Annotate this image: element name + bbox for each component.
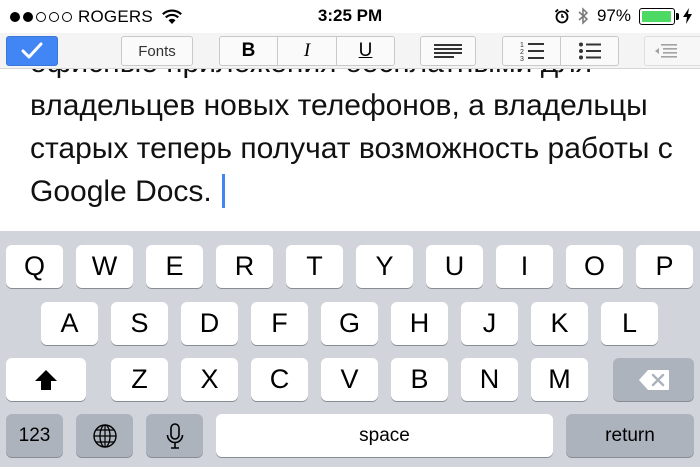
align-left-button[interactable] bbox=[420, 36, 476, 66]
status-right: 97% bbox=[554, 6, 692, 26]
key-b[interactable]: B bbox=[391, 358, 448, 401]
key-a[interactable]: A bbox=[41, 302, 98, 345]
bulleted-list-icon bbox=[578, 42, 601, 60]
space-key[interactable]: space bbox=[216, 414, 553, 457]
text-line: офисные приложения бесплатными для bbox=[30, 69, 680, 84]
globe-key[interactable] bbox=[76, 414, 133, 457]
bold-button[interactable]: B bbox=[219, 36, 278, 66]
text-line-last: Google Docs. bbox=[30, 170, 680, 213]
key-n[interactable]: N bbox=[461, 358, 518, 401]
key-j[interactable]: J bbox=[461, 302, 518, 345]
key-p[interactable]: P bbox=[636, 245, 693, 288]
key-x[interactable]: X bbox=[181, 358, 238, 401]
document-body[interactable]: офисные приложения бесплатными для владе… bbox=[0, 69, 700, 231]
charging-icon bbox=[683, 8, 692, 24]
key-i[interactable]: I bbox=[496, 245, 553, 288]
key-o[interactable]: O bbox=[566, 245, 623, 288]
key-r[interactable]: R bbox=[216, 245, 273, 288]
svg-text:1: 1 bbox=[520, 42, 524, 49]
key-h[interactable]: H bbox=[391, 302, 448, 345]
delete-key[interactable] bbox=[613, 358, 694, 401]
numbered-list-icon: 1 2 3 bbox=[520, 42, 544, 62]
key-v[interactable]: V bbox=[321, 358, 378, 401]
key-d[interactable]: D bbox=[181, 302, 238, 345]
outdent-button[interactable] bbox=[644, 36, 700, 66]
text-line: владельцев новых телефонов, а владельцы bbox=[30, 89, 648, 122]
shift-key[interactable] bbox=[6, 358, 86, 401]
fonts-button[interactable]: Fonts bbox=[121, 36, 193, 66]
key-l[interactable]: L bbox=[601, 302, 658, 345]
status-bar: ROGERS 3:25 PM 97% bbox=[0, 0, 700, 33]
text-cursor bbox=[221, 174, 225, 208]
key-t[interactable]: T bbox=[286, 245, 343, 288]
bulleted-list-button[interactable] bbox=[560, 36, 619, 66]
delete-icon bbox=[638, 369, 669, 390]
bluetooth-icon bbox=[578, 7, 589, 25]
align-left-icon bbox=[434, 44, 462, 58]
svg-text:3: 3 bbox=[520, 56, 524, 62]
key-k[interactable]: K bbox=[531, 302, 588, 345]
shift-icon bbox=[35, 369, 57, 390]
keyboard: Q W E R T Y U I O P A S D F G H J K L Z … bbox=[0, 231, 700, 467]
numbers-key[interactable]: 123 bbox=[6, 414, 63, 457]
globe-icon bbox=[92, 423, 117, 448]
key-y[interactable]: Y bbox=[356, 245, 413, 288]
battery-icon bbox=[639, 7, 679, 25]
svg-text:2: 2 bbox=[520, 49, 524, 56]
done-button[interactable] bbox=[6, 36, 58, 66]
key-u[interactable]: U bbox=[426, 245, 483, 288]
key-f[interactable]: F bbox=[251, 302, 308, 345]
battery-percent: 97% bbox=[596, 6, 631, 25]
microphone-icon bbox=[166, 422, 183, 449]
document-text[interactable]: офисные приложения бесплатными для владе… bbox=[30, 69, 680, 213]
key-g[interactable]: G bbox=[321, 302, 378, 345]
numbered-list-button[interactable]: 1 2 3 bbox=[502, 36, 561, 66]
key-q[interactable]: Q bbox=[6, 245, 63, 288]
microphone-key[interactable] bbox=[146, 414, 203, 457]
key-m[interactable]: M bbox=[531, 358, 588, 401]
formatting-toolbar: Fonts B I U 1 2 3 bbox=[0, 33, 700, 69]
text-line: Google Docs. bbox=[30, 175, 212, 208]
key-w[interactable]: W bbox=[76, 245, 133, 288]
key-c[interactable]: C bbox=[251, 358, 308, 401]
key-s[interactable]: S bbox=[111, 302, 168, 345]
alarm-icon bbox=[554, 8, 570, 24]
key-z[interactable]: Z bbox=[111, 358, 168, 401]
outdent-icon bbox=[655, 44, 677, 58]
underline-button[interactable]: U bbox=[336, 36, 395, 66]
italic-button[interactable]: I bbox=[277, 36, 337, 66]
return-key[interactable]: return bbox=[566, 414, 694, 457]
checkmark-icon bbox=[21, 42, 43, 59]
key-e[interactable]: E bbox=[146, 245, 203, 288]
text-line: старых теперь получат возможность работы… bbox=[30, 132, 673, 165]
